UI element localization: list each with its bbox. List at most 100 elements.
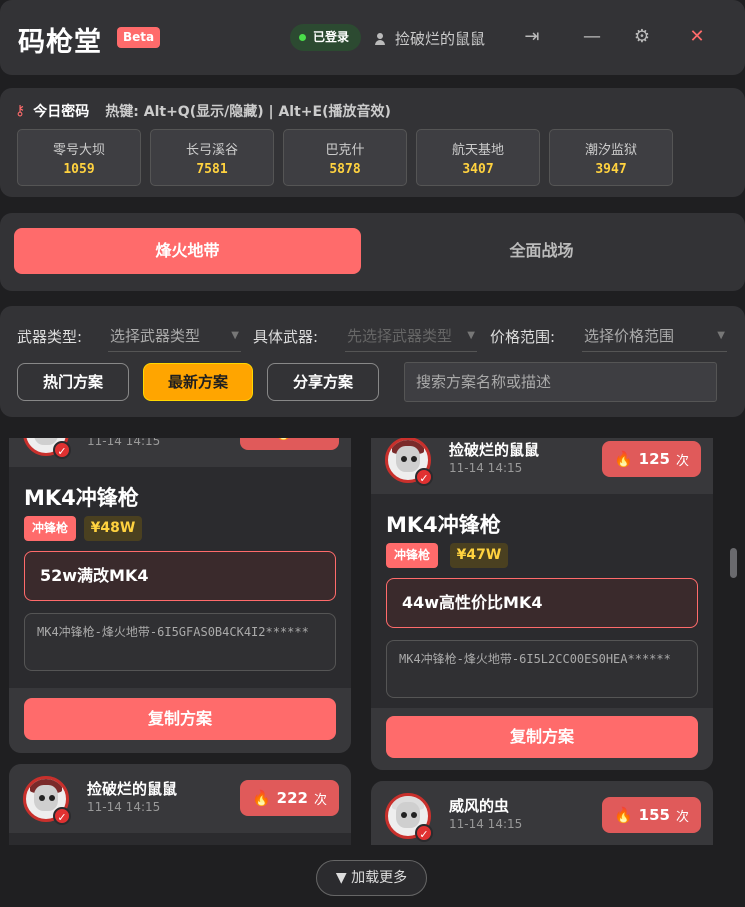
plan-card: ✓ 11-14 14:15 🔥 MK4冲锋枪 冲锋枪 ¥48W 52w满改MK4… <box>9 438 351 753</box>
copy-count-badge: 🔥 222 次 <box>240 780 339 816</box>
map-code: 3947 <box>595 162 627 177</box>
count-unit: 次 <box>313 792 327 808</box>
chevron-down-icon: ▼ <box>231 330 239 341</box>
copy-count: 125 <box>638 450 670 468</box>
filter-panel: 武器类型: 选择武器类型 ▼ 具体武器: 先选择武器类型 ▼ 价格范围: 选择价… <box>0 306 745 417</box>
password-title: 今日密码 <box>33 104 90 120</box>
weapon-type-tag: 冲锋枪 <box>24 516 76 541</box>
fire-icon: 🔥 <box>613 806 633 824</box>
plan-title: 44w高性价比MK4 <box>386 578 698 628</box>
weapon-name: MK4冲锋枪 <box>24 486 139 510</box>
plan-code: MK4冲锋枪-烽火地带-6I5GFAS0B4CK4I2****** <box>24 613 336 671</box>
password-codes: 零号大坝 1059 长弓溪谷 7581 巴克什 5878 航天基地 3407 潮… <box>17 129 673 186</box>
card-footer: 复制方案 <box>9 688 351 753</box>
beta-badge: Beta <box>117 27 160 48</box>
app-window: 码枪堂 Beta 已登录 捡破烂的鼠鼠 ⇥ — ⚙ ✕ ⚷ 今日密码 热键: A… <box>0 0 745 907</box>
code-box[interactable]: 潮汐监狱 3947 <box>549 129 673 186</box>
map-name: 潮汐监狱 <box>584 143 637 158</box>
price-select[interactable]: 选择价格范围 ▼ <box>582 320 727 352</box>
weapon-type-tag: 冲锋枪 <box>386 543 438 568</box>
hotkey-hint: 热键: Alt+Q(显示/隐藏) | Alt+E(播放音效) <box>105 104 391 120</box>
daily-password-panel: ⚷ 今日密码 热键: Alt+Q(显示/隐藏) | Alt+E(播放音效) 零号… <box>0 88 745 197</box>
author-name: 捡破烂的鼠鼠 <box>87 780 178 798</box>
username: 捡破烂的鼠鼠 <box>395 30 486 48</box>
title-bar[interactable]: 码枪堂 Beta 已登录 捡破烂的鼠鼠 ⇥ — ⚙ ✕ <box>0 0 745 75</box>
weapon-select[interactable]: 先选择武器类型 ▼ <box>345 320 477 352</box>
post-date: 11-14 14:15 <box>87 800 161 814</box>
card-header: ✓ 11-14 14:15 🔥 <box>9 438 351 467</box>
scrollbar-thumb[interactable] <box>730 548 737 578</box>
code-box[interactable]: 零号大坝 1059 <box>17 129 141 186</box>
chevron-down-icon: ▼ <box>467 330 475 341</box>
plan-title: 52w满改MK4 <box>24 551 336 601</box>
login-status-text: 已登录 <box>313 30 350 44</box>
map-code: 3407 <box>462 162 494 177</box>
verified-icon: ✓ <box>415 468 433 486</box>
weapon-name: MK4冲锋枪 <box>386 513 501 537</box>
verified-icon: ✓ <box>53 807 71 825</box>
copy-plan-button[interactable]: 复制方案 <box>386 716 698 758</box>
fire-icon: 🔥 <box>274 438 293 441</box>
logout-icon[interactable]: ⇥ <box>519 24 545 50</box>
count-unit: 次 <box>675 453 689 469</box>
price-value: 选择价格范围 <box>584 327 675 345</box>
code-box[interactable]: 巴克什 5878 <box>283 129 407 186</box>
fire-icon: 🔥 <box>613 450 633 468</box>
price-tag: ¥48W <box>84 516 142 541</box>
fire-icon: 🔥 <box>251 789 271 807</box>
count-unit: 次 <box>675 809 689 825</box>
tab-fenghuo[interactable]: 烽火地带 <box>14 228 361 274</box>
close-icon[interactable]: ✕ <box>684 24 710 50</box>
user-icon <box>373 32 387 46</box>
chevron-down-icon: ▼ <box>717 330 725 341</box>
code-box[interactable]: 长弓溪谷 7581 <box>150 129 274 186</box>
map-code: 5878 <box>329 162 361 177</box>
app-title: 码枪堂 <box>18 27 102 58</box>
copy-count: 155 <box>638 806 670 824</box>
post-date: 11-14 14:15 <box>449 817 523 831</box>
map-code: 7581 <box>196 162 228 177</box>
author-name: 捡破烂的鼠鼠 <box>449 441 540 459</box>
plan-card: ✓ 捡破烂的鼠鼠 11-14 14:15 🔥 222 次 <box>9 764 351 845</box>
weapon-label: 具体武器: <box>253 328 319 346</box>
post-date: 11-14 14:15 <box>449 461 523 475</box>
card-header: ✓ 捡破烂的鼠鼠 11-14 14:15 🔥 125 次 <box>371 438 713 494</box>
plan-card: ✓ 威风的虫 11-14 14:15 🔥 155 次 <box>371 781 713 845</box>
weapon-value: 先选择武器类型 <box>347 327 453 345</box>
sort-share-button[interactable]: 分享方案 <box>267 363 379 401</box>
card-header: ✓ 威风的虫 11-14 14:15 🔥 155 次 <box>371 781 713 845</box>
sort-new-button[interactable]: 最新方案 <box>143 363 253 401</box>
map-name: 零号大坝 <box>52 143 105 158</box>
map-code: 1059 <box>63 162 95 177</box>
map-name: 长弓溪谷 <box>185 143 238 158</box>
copy-count: 222 <box>276 789 308 807</box>
mode-tabs: 烽火地带 全面战场 <box>0 213 745 291</box>
map-name: 巴克什 <box>325 143 365 158</box>
sort-hot-button[interactable]: 热门方案 <box>17 363 129 401</box>
weapon-type-value: 选择武器类型 <box>110 327 201 345</box>
plan-code: MK4冲锋枪-烽火地带-6I5L2CC00ES0HEA****** <box>386 640 698 698</box>
gear-icon[interactable]: ⚙ <box>629 24 655 50</box>
copy-count-badge: 🔥 <box>240 438 339 450</box>
minimize-icon[interactable]: — <box>579 24 605 50</box>
author-name: 威风的虫 <box>449 797 510 815</box>
status-dot-icon <box>299 34 306 41</box>
weapon-type-select[interactable]: 选择武器类型 ▼ <box>108 320 241 352</box>
verified-icon: ✓ <box>53 441 71 459</box>
load-more-button[interactable]: ▼ 加载更多 <box>316 860 427 896</box>
card-header: ✓ 捡破烂的鼠鼠 11-14 14:15 🔥 222 次 <box>9 764 351 833</box>
login-status-badge: 已登录 <box>290 24 361 51</box>
copy-plan-button[interactable]: 复制方案 <box>24 698 336 740</box>
search-input[interactable]: 搜索方案名称或描述 <box>404 362 717 402</box>
map-name: 航天基地 <box>451 143 504 158</box>
plan-list[interactable]: ✓ 11-14 14:15 🔥 MK4冲锋枪 冲锋枪 ¥48W 52w满改MK4… <box>0 438 745 845</box>
price-label: 价格范围: <box>490 328 556 346</box>
key-icon: ⚷ <box>15 103 26 119</box>
copy-count-badge: 🔥 155 次 <box>602 797 701 833</box>
card-footer: 复制方案 <box>371 708 713 770</box>
plan-card: ✓ 捡破烂的鼠鼠 11-14 14:15 🔥 125 次 MK4冲锋枪 冲锋枪 … <box>371 438 713 770</box>
tab-quanmian[interactable]: 全面战场 <box>368 228 715 274</box>
post-date: 11-14 14:15 <box>87 438 161 448</box>
verified-icon: ✓ <box>415 824 433 842</box>
code-box[interactable]: 航天基地 3407 <box>416 129 540 186</box>
